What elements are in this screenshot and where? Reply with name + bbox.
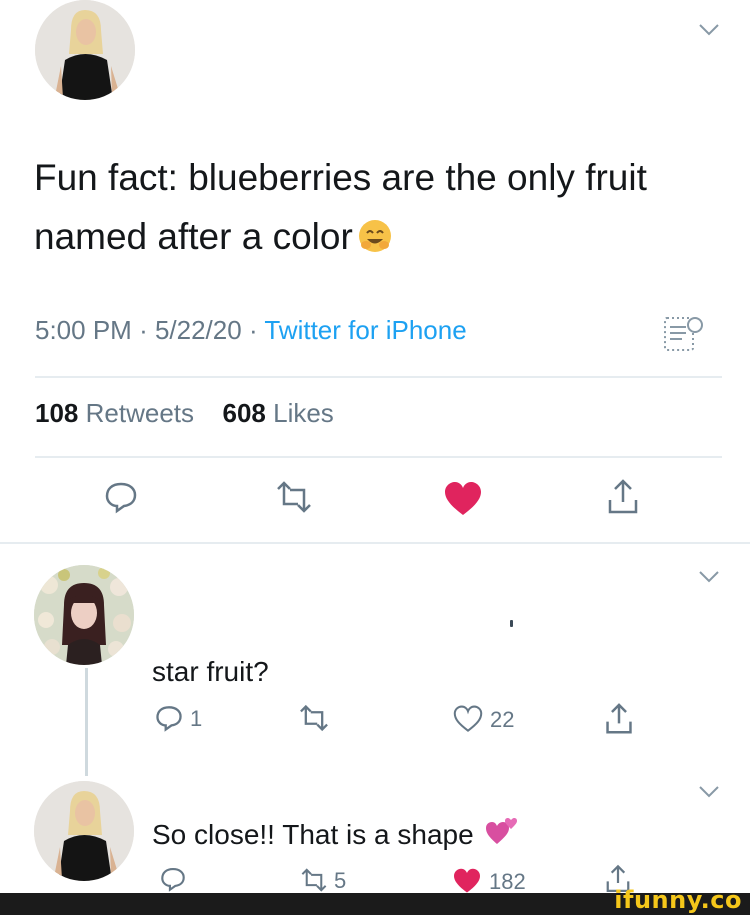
reply-2-like-count: 182 xyxy=(489,869,526,894)
like-button-heart-icon[interactable] xyxy=(443,481,483,517)
reply-2-retweet-count: 5 xyxy=(334,868,347,893)
reply-1-share-icon[interactable] xyxy=(604,702,634,736)
reply-2-options-chevron-icon[interactable] xyxy=(698,785,720,799)
likes-count[interactable]: 608 xyxy=(222,398,265,428)
reply-1-retweet-icon[interactable] xyxy=(296,704,332,732)
tweet-meta: 5:00 PM · 5/22/20 · Twitter for iPhone xyxy=(35,315,467,346)
reply-1-options-chevron-icon[interactable] xyxy=(698,570,720,584)
reply-1-like-count: 22 xyxy=(490,707,515,732)
retweet-button-icon[interactable] xyxy=(272,480,316,514)
tweet-text-line-2: named after a color xyxy=(34,216,353,257)
meta-separator: · xyxy=(139,315,155,345)
engagement-counts: 108 Retweets 608 Likes xyxy=(35,398,334,429)
reply-1-like-heart-icon[interactable] xyxy=(452,705,484,733)
tweet-date: 5/22/20 xyxy=(154,315,242,345)
tweet-time: 5:00 PM xyxy=(35,315,132,345)
divider xyxy=(35,376,722,378)
reply-1-reply-icon[interactable] xyxy=(155,704,183,732)
reply-2-avatar[interactable] xyxy=(34,781,134,881)
smiling-face-emoji-icon xyxy=(357,212,393,252)
retweets-label[interactable]: Retweets xyxy=(86,398,194,428)
divider xyxy=(0,542,750,544)
tweet-text-line-1: Fun fact: blueberries are the only fruit xyxy=(34,157,647,198)
likes-label[interactable]: Likes xyxy=(273,398,334,428)
tweet-analytics-icon[interactable] xyxy=(662,312,706,356)
ifunny-watermark: ifunny.co xyxy=(614,886,742,914)
reply-2-like-heart-icon[interactable] xyxy=(452,868,482,894)
tweet-options-chevron-icon[interactable] xyxy=(698,23,720,37)
reply-2-text-row: So close!! That is a shape xyxy=(152,816,519,851)
reply-1-reply-count: 1 xyxy=(190,706,203,731)
divider xyxy=(35,456,722,458)
tweet-text: Fun fact: blueberries are the only fruit… xyxy=(34,148,734,266)
reply-button-icon[interactable] xyxy=(104,480,138,514)
tweet-source-link[interactable]: Twitter for iPhone xyxy=(264,315,466,345)
share-button-icon[interactable] xyxy=(606,478,640,516)
reply-1-text: star fruit? xyxy=(152,656,269,687)
meta-separator: · xyxy=(248,315,265,345)
two-hearts-emoji-icon xyxy=(485,816,519,846)
reply-2-reply-icon[interactable] xyxy=(160,866,186,892)
retweets-count[interactable]: 108 xyxy=(35,398,78,428)
stray-mark xyxy=(510,620,513,627)
author-avatar[interactable] xyxy=(35,0,135,100)
reply-1-avatar[interactable] xyxy=(34,565,134,665)
reply-2-retweet-icon[interactable] xyxy=(298,867,330,893)
thread-connector-line xyxy=(85,668,88,776)
reply-2-text: So close!! That is a shape xyxy=(152,819,474,850)
